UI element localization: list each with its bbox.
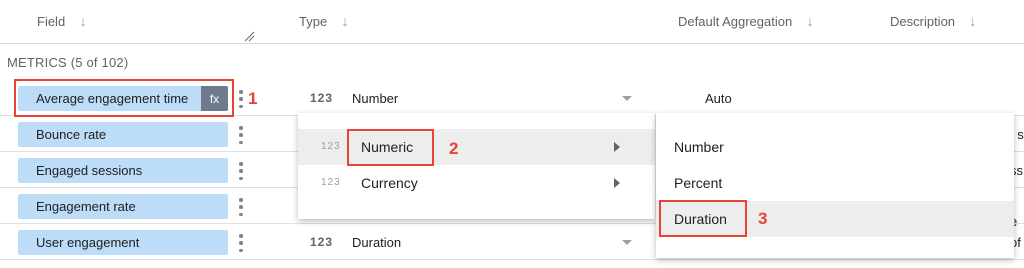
sort-arrow-down-icon[interactable]: ↓ — [79, 13, 87, 30]
menu-item-percent[interactable]: Percent — [656, 165, 1014, 201]
callout-number: 2 — [449, 139, 459, 158]
menu-item-label: Percent — [674, 175, 723, 191]
aggregation-value[interactable]: Auto — [705, 91, 732, 106]
sort-arrow-down-icon[interactable]: ↓ — [969, 13, 977, 30]
more-options-icon[interactable] — [236, 196, 246, 218]
menu-item-label: Currency — [361, 175, 418, 191]
more-options-icon[interactable] — [236, 88, 246, 110]
menu-item-currency[interactable]: 123 Currency — [298, 165, 655, 201]
type-header-label: Type — [299, 14, 328, 29]
number-type-icon: 123 — [321, 141, 341, 152]
sort-arrow-down-icon[interactable]: ↓ — [341, 13, 349, 30]
callout-number: 3 — [758, 209, 768, 228]
field-chip[interactable]: Bounce rate — [18, 122, 228, 147]
number-type-icon: 123 — [310, 235, 334, 249]
callout-number: 1 — [248, 89, 258, 108]
number-type-icon: 123 — [321, 177, 341, 188]
field-name: Engaged sessions — [36, 163, 143, 178]
field-name: User engagement — [36, 235, 140, 250]
callout-box — [659, 200, 747, 237]
type-column-header[interactable]: Type ↓ — [299, 13, 349, 30]
number-type-icon: 123 — [310, 91, 334, 105]
type-select-value[interactable]: Number — [352, 91, 398, 106]
submenu-arrow-icon — [614, 142, 620, 152]
aggregation-header-label: Default Aggregation — [678, 14, 793, 29]
field-column-header[interactable]: Field ↓ — [37, 13, 87, 30]
description-column-header[interactable]: Description ↓ — [890, 13, 977, 30]
field-chip[interactable]: Engagement rate — [18, 194, 228, 219]
callout-box — [14, 79, 234, 117]
sort-arrow-down-icon[interactable]: ↓ — [806, 13, 814, 30]
field-name: Bounce rate — [36, 127, 107, 142]
metrics-section-label: METRICS (5 of 102) — [7, 55, 129, 70]
field-chip[interactable]: User engagement — [18, 230, 228, 255]
more-options-icon[interactable] — [236, 160, 246, 182]
dropdown-caret-icon[interactable] — [622, 96, 632, 101]
submenu-arrow-icon — [614, 178, 620, 188]
aggregation-column-header[interactable]: Default Aggregation ↓ — [678, 13, 814, 30]
field-chip[interactable]: Engaged sessions — [18, 158, 228, 183]
dropdown-caret-icon[interactable] — [622, 240, 632, 245]
field-header-label: Field — [37, 14, 66, 29]
type-select-value[interactable]: Duration — [352, 235, 401, 250]
menu-item-number[interactable]: Number — [656, 129, 1014, 165]
description-header-label: Description — [890, 14, 956, 29]
column-resize-handle-icon[interactable] — [243, 30, 255, 42]
column-header-row: Field ↓ Type ↓ Default Aggregation ↓ Des… — [0, 0, 1024, 44]
field-name: Engagement rate — [36, 199, 136, 214]
more-options-icon[interactable] — [236, 124, 246, 146]
more-options-icon[interactable] — [236, 232, 246, 254]
menu-item-label: Number — [674, 139, 724, 155]
callout-box — [347, 129, 434, 166]
